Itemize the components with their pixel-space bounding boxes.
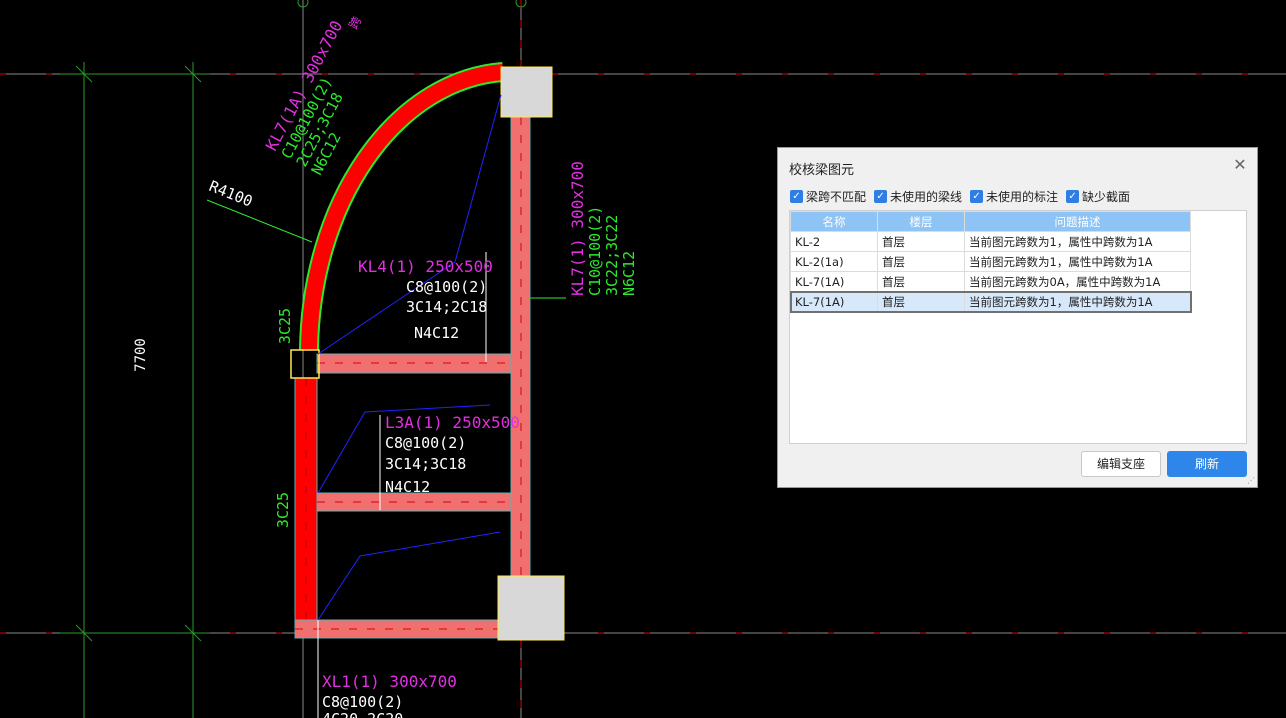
xl1-rebar: 4C20 2C20 <box>322 710 403 718</box>
refresh-button[interactable]: 刷新 <box>1167 451 1247 477</box>
beam-xl1[interactable] <box>294 619 501 639</box>
kl7-side-rebar: N6C12 <box>620 251 638 296</box>
check-beam-dialog[interactable]: 校核梁图元 ✕ ✓ 梁跨不匹配 ✓ 未使用的梁线 ✓ 未使用的标注 ✓ 缺少截面… <box>777 147 1258 488</box>
column-header-floor[interactable]: 楼层 <box>877 211 965 232</box>
cell-name: KL-2(1a) <box>790 251 878 272</box>
kl7-name: KL7(1) 300x700 <box>568 161 587 296</box>
column-bottom-right[interactable] <box>497 575 565 641</box>
left-upper-rebar: 3C25 <box>276 308 294 344</box>
filter-unused-beam-line[interactable]: ✓ 未使用的梁线 <box>874 188 962 204</box>
cell-description: 当前图元跨数为1，属性中跨数为1A <box>964 231 1191 252</box>
close-icon[interactable]: ✕ <box>1231 156 1249 174</box>
kl4-rebar: 3C14;2C18 <box>406 298 487 316</box>
edit-support-button[interactable]: 编辑支座 <box>1081 451 1161 477</box>
xl1-name: XL1(1) 300x700 <box>322 672 457 691</box>
filter-span-mismatch[interactable]: ✓ 梁跨不匹配 <box>790 188 866 204</box>
cell-name: KL-7(1A) <box>790 291 878 312</box>
table-row[interactable]: KL-2(1a) 首层 当前图元跨数为1，属性中跨数为1A <box>790 251 1191 272</box>
column-left[interactable] <box>290 349 320 379</box>
cell-description: 当前图元跨数为1，属性中跨数为1A <box>964 291 1191 312</box>
l3a-name: L3A(1) 250x500 <box>385 413 520 432</box>
kl7-stirrup: C10@100(2) <box>586 206 604 296</box>
l3a-rebar: 3C14;3C18 <box>385 455 466 473</box>
table-header-row: 名称 楼层 问题描述 <box>790 211 1191 232</box>
l3a-side-rebar: N4C12 <box>385 478 430 496</box>
filter-label: 梁跨不匹配 <box>806 189 867 204</box>
checkbox-checked-icon[interactable]: ✓ <box>874 189 888 203</box>
cell-floor: 首层 <box>877 251 965 272</box>
cell-floor: 首层 <box>877 271 965 292</box>
filter-label: 未使用的标注 <box>986 189 1059 204</box>
radius-leader <box>206 199 313 243</box>
resize-grip-icon[interactable]: ⋰ <box>1247 477 1255 485</box>
table-row-selected[interactable]: KL-7(1A) 首层 当前图元跨数为1，属性中跨数为1A <box>789 290 1192 313</box>
cell-floor: 首层 <box>877 231 965 252</box>
dialog-title: 校核梁图元 <box>789 163 855 178</box>
filter-label: 缺少截面 <box>1082 189 1131 204</box>
checkbox-checked-icon[interactable]: ✓ <box>1066 189 1080 203</box>
column-header-description[interactable]: 问题描述 <box>964 211 1191 232</box>
cell-name: KL-2 <box>790 231 878 252</box>
xl1-stirrup: C8@100(2) <box>322 693 403 711</box>
kl4-stirrup: C8@100(2) <box>406 278 487 296</box>
checkbox-checked-icon[interactable]: ✓ <box>790 189 803 203</box>
table-row[interactable]: KL-2 首层 当前图元跨数为1，属性中跨数为1A <box>790 231 1191 252</box>
kl7-annotation: KL7(1) 300x700 C10@100(2) 3C22;3C22 N6C1… <box>568 161 638 296</box>
issue-table: 名称 楼层 问题描述 KL-2 首层 当前图元跨数为1，属性中跨数为1A KL-… <box>789 211 1192 313</box>
filter-label: 未使用的梁线 <box>890 189 963 204</box>
radius-label: R4100 <box>207 177 256 211</box>
filter-missing-section[interactable]: ✓ 缺少截面 <box>1066 188 1130 204</box>
kl4-side-rebar: N4C12 <box>414 324 459 342</box>
cell-description: 当前图元跨数为0A，属性中跨数为1A <box>964 271 1191 292</box>
issue-table-panel[interactable]: 名称 楼层 问题描述 KL-2 首层 当前图元跨数为1，属性中跨数为1A KL-… <box>789 210 1247 444</box>
column-header-name[interactable]: 名称 <box>790 211 878 232</box>
kl4-name: KL4(1) 250x500 <box>358 257 493 276</box>
cell-name: KL-7(1A) <box>790 271 878 292</box>
beam-kl7-vertical[interactable] <box>510 116 531 583</box>
left-lower-rebar: 3C25 <box>274 492 292 528</box>
column-top-right[interactable] <box>500 66 553 118</box>
kl7-rebar: 3C22;3C22 <box>603 215 621 296</box>
span-marker: 跨 <box>346 14 364 31</box>
checkbox-checked-icon[interactable]: ✓ <box>970 189 984 203</box>
filter-bar: ✓ 梁跨不匹配 ✓ 未使用的梁线 ✓ 未使用的标注 ✓ 缺少截面 <box>790 188 1130 204</box>
filter-unused-annotation[interactable]: ✓ 未使用的标注 <box>970 188 1058 204</box>
dimension-text: 7700 <box>133 338 149 372</box>
leader-line <box>317 531 501 621</box>
cell-floor: 首层 <box>877 291 965 312</box>
table-row[interactable]: KL-7(1A) 首层 当前图元跨数为0A，属性中跨数为1A <box>790 271 1191 292</box>
l3a-stirrup: C8@100(2) <box>385 434 466 452</box>
cell-description: 当前图元跨数为1，属性中跨数为1A <box>964 251 1191 272</box>
